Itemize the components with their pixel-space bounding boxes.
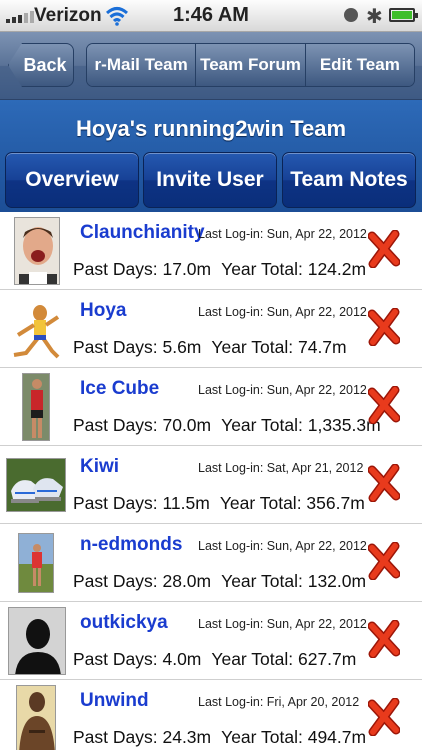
member-stats: Past Days: 70.0m Year Total: 1,335.3m [73, 415, 381, 436]
navigation-bar: Back r-Mail Team Team Forum Edit Team [0, 32, 422, 100]
member-row[interactable]: outkickya Last Log-in: Sun, Apr 22, 2012… [0, 602, 422, 680]
past-days: Past Days: 4.0m [73, 649, 202, 669]
edit-team-button[interactable]: Edit Team [305, 44, 414, 86]
member-stats: Past Days: 5.6m Year Total: 74.7m [73, 337, 347, 358]
battery-icon [389, 8, 418, 22]
delete-member-icon[interactable] [368, 698, 400, 736]
past-days: Past Days: 17.0m [73, 259, 212, 279]
past-days: Past Days: 24.3m [73, 727, 212, 747]
back-button[interactable]: Back [8, 43, 74, 87]
year-total: Year Total: 74.7m [211, 337, 347, 357]
delete-member-icon[interactable] [368, 386, 400, 424]
year-total: Year Total: 1,335.3m [221, 415, 381, 435]
status-time: 1:46 AM [173, 4, 249, 26]
member-row[interactable]: Ice Cube Last Log-in: Sun, Apr 22, 2012 … [0, 368, 422, 446]
delete-member-icon[interactable] [368, 230, 400, 268]
year-total: Year Total: 494.7m [221, 727, 367, 747]
alarm-clock-icon [344, 8, 358, 22]
delete-member-icon[interactable] [368, 620, 400, 658]
team-notes-tab[interactable]: Team Notes [282, 152, 416, 208]
delete-member-icon[interactable] [368, 464, 400, 502]
past-days: Past Days: 5.6m [73, 337, 202, 357]
r-mail-team-button[interactable]: r-Mail Team [87, 44, 197, 86]
member-avatar [8, 607, 66, 675]
member-name[interactable]: Unwind [80, 690, 149, 712]
member-name[interactable]: Hoya [80, 300, 126, 322]
team-title: Hoya's running2win Team [75, 116, 347, 141]
overview-tab[interactable]: Overview [5, 152, 139, 208]
last-login: Last Log-in: Sun, Apr 22, 2012 [198, 305, 367, 319]
member-avatar [18, 533, 54, 593]
delete-member-icon[interactable] [368, 542, 400, 580]
year-total: Year Total: 627.7m [211, 649, 357, 669]
delete-member-icon[interactable] [368, 308, 400, 346]
member-stats: Past Days: 24.3m Year Total: 494.7m [73, 727, 366, 748]
member-name[interactable]: Ice Cube [80, 378, 159, 400]
last-login: Last Log-in: Sun, Apr 22, 2012 [198, 227, 367, 241]
year-total: Year Total: 132.0m [221, 571, 367, 591]
team-actions-segmented-control: r-Mail Team Team Forum Edit Team [86, 43, 415, 87]
member-avatar [14, 217, 60, 285]
member-avatar [16, 685, 56, 750]
member-name[interactable]: n-edmonds [80, 534, 182, 556]
year-total: Year Total: 124.2m [221, 259, 367, 279]
member-row[interactable]: n-edmonds Last Log-in: Sun, Apr 22, 2012… [0, 524, 422, 602]
member-name[interactable]: outkickya [80, 612, 168, 634]
member-avatar [8, 295, 66, 363]
last-login: Last Log-in: Sun, Apr 22, 2012 [198, 617, 367, 631]
last-login: Last Log-in: Sun, Apr 22, 2012 [198, 383, 367, 397]
team-forum-button[interactable]: Team Forum [196, 44, 306, 86]
member-stats: Past Days: 28.0m Year Total: 132.0m [73, 571, 366, 592]
member-name[interactable]: Claunchianity [80, 222, 205, 244]
member-list: Claunchianity Last Log-in: Sun, Apr 22, … [0, 212, 422, 750]
last-login: Last Log-in: Fri, Apr 20, 2012 [198, 695, 360, 709]
member-row[interactable]: Hoya Last Log-in: Sun, Apr 22, 2012 Past… [0, 290, 422, 368]
member-avatar [22, 373, 50, 441]
member-row[interactable]: Unwind Last Log-in: Fri, Apr 20, 2012 Pa… [0, 680, 422, 750]
invite-user-tab[interactable]: Invite User [143, 152, 277, 208]
past-days: Past Days: 70.0m [73, 415, 212, 435]
bluetooth-icon: ✱ [366, 6, 383, 28]
member-stats: Past Days: 11.5m Year Total: 356.7m [73, 493, 365, 514]
past-days: Past Days: 28.0m [73, 571, 212, 591]
member-avatar [6, 458, 66, 512]
year-total: Year Total: 356.7m [219, 493, 365, 513]
member-row[interactable]: Kiwi Last Log-in: Sat, Apr 21, 2012 Past… [0, 446, 422, 524]
member-name[interactable]: Kiwi [80, 456, 119, 478]
past-days: Past Days: 11.5m [73, 493, 210, 513]
last-login: Last Log-in: Sat, Apr 21, 2012 [198, 461, 364, 475]
member-row[interactable]: Claunchianity Last Log-in: Sun, Apr 22, … [0, 212, 422, 290]
member-stats: Past Days: 17.0m Year Total: 124.2m [73, 259, 366, 280]
status-bar: Verizon 1:46 AM ✱ [0, 0, 422, 32]
team-header: Hoya's running2win Team Overview Invite … [0, 100, 422, 212]
member-stats: Past Days: 4.0m Year Total: 627.7m [73, 649, 356, 670]
last-login: Last Log-in: Sun, Apr 22, 2012 [198, 539, 367, 553]
